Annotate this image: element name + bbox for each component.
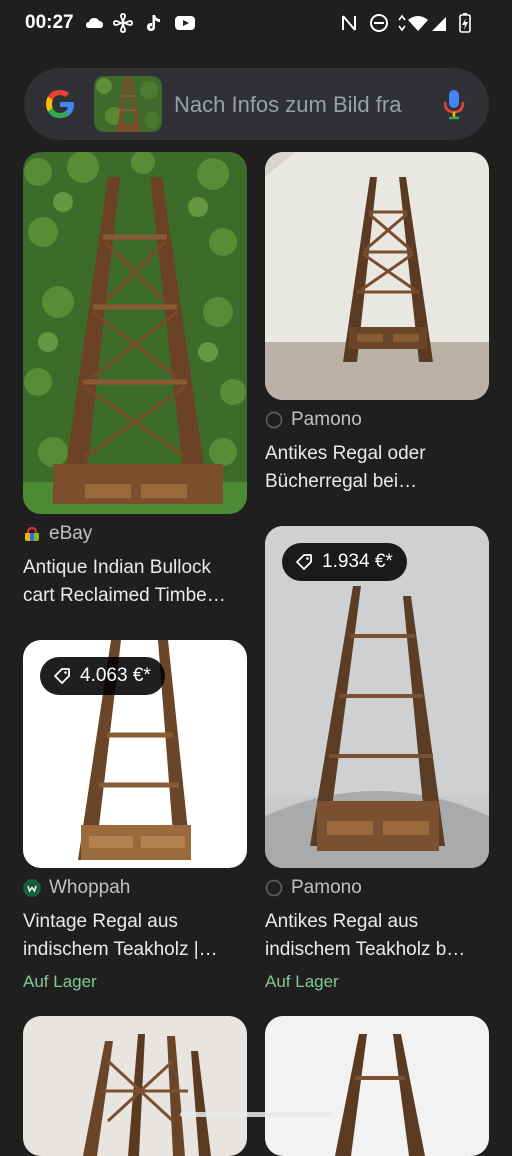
search-bar[interactable]: Nach Infos zum Bild fra: [24, 68, 489, 140]
result-source-whoppah: Whoppah: [23, 877, 130, 899]
source-label: Pamono: [291, 409, 362, 430]
result-source-pamono-1: Pamono: [265, 409, 362, 431]
stock-status-whoppah: Auf Lager: [23, 972, 97, 991]
pamono-icon: [265, 411, 283, 429]
price-badge-whoppah: 4.063 €*: [40, 657, 165, 695]
stock-status-pamono: Auf Lager: [265, 972, 339, 991]
youtube-icon: [175, 16, 195, 30]
google-logo-icon[interactable]: [42, 86, 78, 122]
price-tag-icon: [54, 668, 70, 684]
pinwheel-icon: [113, 13, 133, 33]
gesture-navigation-bar[interactable]: [180, 1112, 332, 1117]
result-source-ebay: eBay: [23, 523, 92, 545]
signal-wifi-icon: [398, 14, 446, 32]
cloud-icon: [86, 18, 103, 28]
status-time: 00:27: [25, 12, 74, 33]
price-label: 4.063 €*: [80, 665, 151, 686]
pamono-icon: [265, 879, 283, 897]
do-not-disturb-icon: [370, 14, 388, 32]
microphone-icon[interactable]: [442, 88, 466, 120]
result-title-pamono-1[interactable]: Antikes Regal oder Bücherregal bei…: [265, 440, 497, 496]
result-title-whoppah[interactable]: Vintage Regal aus indischem Teakholz |…: [23, 908, 255, 964]
tiktok-icon: [147, 15, 160, 31]
source-label: Whoppah: [49, 877, 131, 898]
result-title-ebay[interactable]: Antique Indian Bullock cart Reclaimed Ti…: [23, 554, 255, 610]
query-image-thumbnail[interactable]: [94, 76, 162, 132]
battery-icon: [459, 13, 471, 33]
result-image-partial-right[interactable]: [265, 1016, 489, 1156]
price-label: 1.934 €*: [322, 551, 393, 572]
result-source-pamono-2: Pamono: [265, 877, 362, 899]
result-image-ebay[interactable]: [23, 152, 247, 514]
whoppah-icon: [23, 879, 41, 897]
result-image-partial-left[interactable]: [23, 1016, 247, 1156]
nfc-icon: [342, 15, 356, 31]
result-title-pamono-2[interactable]: Antikes Regal aus indischem Teakholz b…: [265, 908, 497, 964]
source-label: eBay: [49, 523, 93, 544]
price-tag-icon: [296, 554, 312, 570]
result-image-pamono-1[interactable]: [265, 152, 489, 400]
status-bar: 00:27: [0, 0, 512, 48]
source-label: Pamono: [291, 877, 362, 898]
search-input[interactable]: Nach Infos zum Bild fra: [174, 92, 419, 118]
price-badge-pamono: 1.934 €*: [282, 543, 407, 581]
ebay-icon: [25, 526, 39, 541]
